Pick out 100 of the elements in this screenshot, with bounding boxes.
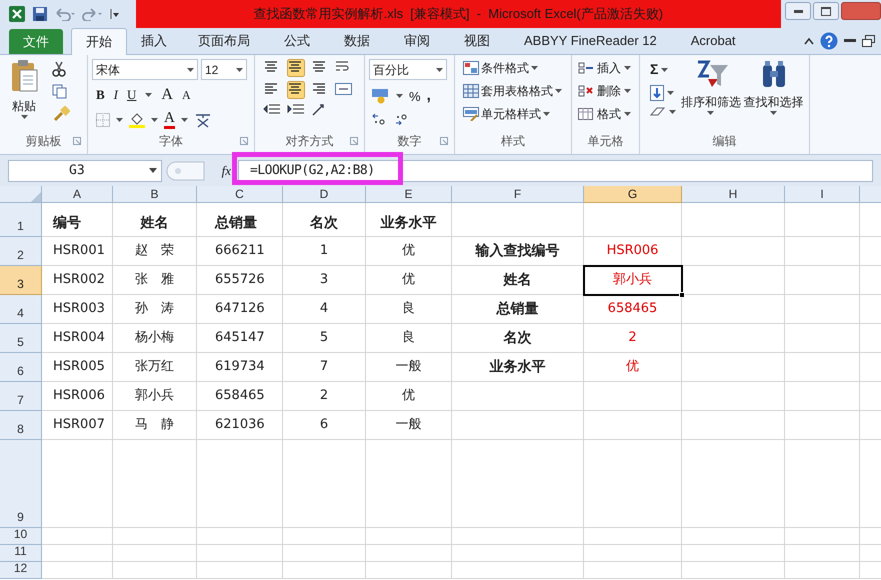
row-header[interactable]: 9 (0, 440, 42, 528)
dropdown-icon[interactable] (543, 112, 550, 116)
tab[interactable]: 文件 (9, 29, 63, 54)
dropdown-icon[interactable] (661, 68, 668, 72)
menu-button[interactable]: 套用表格格式 (481, 82, 553, 100)
table-cell[interactable] (113, 545, 197, 562)
tab[interactable]: ABBYY FineReader 12 (507, 28, 674, 54)
font-name-field[interactable]: 宋体 (92, 59, 198, 80)
table-cell[interactable] (682, 411, 785, 440)
table-cell[interactable] (283, 545, 366, 562)
table-cell[interactable]: 658465 (584, 295, 682, 324)
table-cell[interactable]: 总销量 (452, 295, 584, 324)
table-cell[interactable]: 输入查找编号 (452, 237, 584, 266)
comma-button[interactable]: , (426, 85, 431, 108)
tab[interactable]: 插入 (127, 28, 181, 54)
column-header[interactable]: C (197, 186, 283, 203)
table-cell[interactable]: 647126 (197, 295, 283, 324)
align-center-icon[interactable] (287, 81, 305, 99)
dropdown-icon[interactable] (187, 68, 194, 72)
row-header[interactable]: 10 (0, 528, 42, 545)
cell-style-icon[interactable] (463, 107, 479, 121)
table-cell[interactable]: 658465 (197, 382, 283, 411)
dialog-launcher-icon[interactable] (73, 137, 81, 145)
row-header[interactable]: 2 (0, 237, 42, 266)
table-cell[interactable]: 名次 (452, 324, 584, 353)
table-cell[interactable] (682, 382, 785, 411)
table-cell[interactable]: HSR005 (42, 353, 113, 382)
table-cell[interactable] (785, 295, 860, 324)
table-cell[interactable] (452, 528, 584, 545)
table-cell[interactable]: 张 雅 (113, 266, 197, 295)
table-cell[interactable]: 马 静 (113, 411, 197, 440)
table-cell[interactable]: 良 (366, 295, 452, 324)
borders-icon[interactable] (96, 113, 110, 127)
table-cell[interactable]: 良 (366, 324, 452, 353)
conditional-format-icon[interactable] (463, 61, 479, 75)
table-cell[interactable] (197, 562, 283, 579)
menu-button[interactable]: 查找和选择 (744, 93, 804, 111)
restore-window-icon[interactable] (862, 35, 875, 47)
column-header[interactable]: B (113, 186, 197, 203)
table-cell[interactable] (785, 411, 860, 440)
table-cell[interactable] (452, 562, 584, 579)
table-cell[interactable] (785, 353, 860, 382)
dropdown-icon[interactable] (555, 89, 562, 93)
dropdown-icon[interactable] (436, 68, 443, 72)
formula-field[interactable]: =LOOKUP(G2,A2:B8) (238, 160, 873, 182)
table-cell[interactable] (785, 203, 860, 237)
table-cell[interactable] (682, 324, 785, 353)
middle-align-icon[interactable] (287, 59, 305, 77)
dialog-launcher-icon[interactable] (240, 137, 248, 145)
table-cell[interactable]: 编号 (42, 203, 113, 237)
table-cell[interactable] (682, 562, 785, 579)
table-cell[interactable] (584, 203, 682, 237)
dropdown-icon[interactable] (236, 68, 243, 72)
table-cell[interactable] (283, 528, 366, 545)
bold-button[interactable]: B (96, 85, 105, 105)
redo-icon[interactable] (82, 7, 104, 21)
tab[interactable]: 数据 (327, 28, 387, 54)
grow-font-button[interactable]: A (161, 83, 173, 107)
table-cell[interactable]: 621036 (197, 411, 283, 440)
dropdown-icon[interactable] (20, 115, 28, 119)
table-cell[interactable]: 业务水平 (366, 203, 452, 237)
table-cell[interactable] (584, 382, 682, 411)
table-cell[interactable]: 张万红 (113, 353, 197, 382)
column-header[interactable]: D (283, 186, 366, 203)
table-cell[interactable] (42, 440, 113, 528)
insert-function-button[interactable]: fx (210, 160, 234, 180)
table-cell[interactable] (682, 440, 785, 528)
currency-icon[interactable] (372, 88, 390, 104)
table-cell[interactable]: HSR006 (42, 382, 113, 411)
table-cell[interactable] (452, 440, 584, 528)
table-cell[interactable] (283, 562, 366, 579)
dropdown-icon[interactable] (151, 118, 158, 122)
scissors-icon[interactable] (52, 61, 66, 77)
format-painter-icon[interactable] (52, 106, 70, 122)
menu-button[interactable]: 插入 (597, 59, 621, 77)
table-cell[interactable]: 4 (283, 295, 366, 324)
fill-handle[interactable] (679, 292, 685, 298)
table-cell[interactable] (197, 545, 283, 562)
maximize-button[interactable] (813, 2, 839, 20)
column-header[interactable]: F (452, 186, 584, 203)
dropdown-icon[interactable] (396, 94, 403, 98)
splitter-handle-icon[interactable] (166, 160, 206, 180)
table-cell[interactable] (682, 203, 785, 237)
font-size-field[interactable]: 12 (201, 59, 247, 80)
minimize-button[interactable] (785, 2, 811, 20)
dropdown-icon[interactable] (149, 168, 157, 173)
table-cell[interactable]: HSR003 (42, 295, 113, 324)
dropdown-icon[interactable] (180, 118, 188, 122)
help-icon[interactable] (820, 32, 838, 50)
tab[interactable]: 视图 (447, 28, 507, 54)
merge-cells-icon[interactable] (335, 81, 353, 97)
table-cell[interactable] (452, 545, 584, 562)
column-header[interactable]: G (584, 186, 682, 203)
tab[interactable]: 公式 (267, 28, 327, 54)
table-cell[interactable] (682, 237, 785, 266)
dropdown-icon[interactable] (707, 111, 714, 115)
table-cell[interactable]: 一般 (366, 353, 452, 382)
save-icon[interactable] (32, 6, 48, 22)
menu-button[interactable]: 删除 (597, 82, 621, 100)
table-cell[interactable]: HSR001 (42, 237, 113, 266)
